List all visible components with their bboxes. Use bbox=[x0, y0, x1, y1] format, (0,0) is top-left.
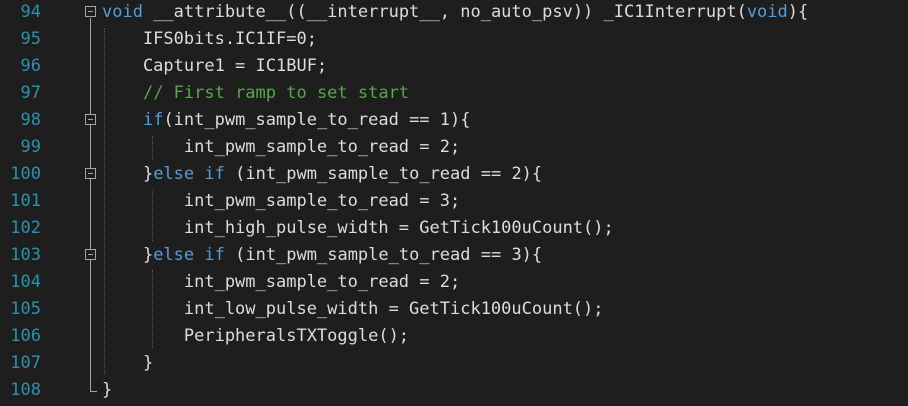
code-token: } bbox=[102, 353, 154, 373]
line-number: 106 bbox=[10, 326, 41, 346]
keyword-token: if bbox=[204, 245, 225, 265]
line-number: 103 bbox=[10, 245, 41, 265]
code-text[interactable]: int_low_pulse_width = GetTick100uCount()… bbox=[102, 296, 604, 323]
keyword-token: void bbox=[746, 2, 788, 22]
code-token: (int_pwm_sample_to_read == 1){ bbox=[163, 110, 471, 130]
indent-guide bbox=[152, 136, 153, 160]
code-token: (int_pwm_sample_to_read == 2){ bbox=[224, 164, 543, 184]
line-number: 108 bbox=[10, 380, 41, 400]
fold-region-line bbox=[90, 18, 91, 391]
code-text[interactable]: void __attribute__((__interrupt__, no_au… bbox=[102, 0, 808, 26]
code-line[interactable]: 104 int_pwm_sample_to_read = 2; bbox=[0, 269, 908, 296]
code-editor[interactable]: 94 void __attribute__((__interrupt__, no_… bbox=[0, 0, 908, 406]
code-line[interactable]: 107 } bbox=[0, 350, 908, 377]
keyword-token: else bbox=[153, 245, 195, 265]
code-line[interactable]: 96 Capture1 = IC1BUF; bbox=[0, 53, 908, 80]
keyword-token: else bbox=[153, 164, 195, 184]
line-number: 94 bbox=[20, 2, 41, 22]
comment-token: // First ramp to set start bbox=[142, 83, 410, 103]
keyword-token: if bbox=[142, 110, 164, 130]
keyword-token: if bbox=[204, 164, 225, 184]
code-token: int_pwm_sample_to_read = 2; bbox=[102, 272, 461, 292]
code-line[interactable]: 105 int_low_pulse_width = GetTick100uCou… bbox=[0, 296, 908, 323]
code-text[interactable]: } bbox=[102, 377, 112, 404]
code-line[interactable]: 108} bbox=[0, 377, 908, 404]
code-token: int_pwm_sample_to_read = 2; bbox=[102, 137, 461, 157]
collapse-icon[interactable] bbox=[85, 6, 96, 17]
line-number: 99 bbox=[20, 137, 41, 157]
code-text[interactable]: } bbox=[102, 350, 153, 377]
line-number: 104 bbox=[10, 272, 41, 292]
line-number: 96 bbox=[20, 56, 41, 76]
fold-region-end bbox=[90, 391, 97, 392]
code-token: int_high_pulse_width = GetTick100uCount(… bbox=[102, 218, 614, 238]
code-token: } bbox=[102, 245, 154, 265]
code-line[interactable]: 103 }else if (int_pwm_sample_to_read == … bbox=[0, 242, 908, 269]
line-number: 105 bbox=[10, 299, 41, 319]
code-line[interactable]: 99 int_pwm_sample_to_read = 2; bbox=[0, 134, 908, 161]
code-token: IFS0bits.IC1IF=0; bbox=[102, 29, 317, 49]
collapse-icon[interactable] bbox=[85, 168, 96, 179]
code-text[interactable]: int_pwm_sample_to_read = 2; bbox=[102, 134, 460, 161]
code-text[interactable]: // First ramp to set start bbox=[102, 80, 409, 107]
indent-guide bbox=[152, 190, 153, 241]
code-token: Capture1 = IC1BUF; bbox=[102, 56, 328, 76]
line-number: 102 bbox=[10, 218, 41, 238]
code-text[interactable]: Capture1 = IC1BUF; bbox=[102, 53, 327, 80]
line-number: 100 bbox=[10, 164, 41, 184]
line-number: 97 bbox=[20, 83, 41, 103]
code-token: (int_pwm_sample_to_read == 3){ bbox=[224, 245, 543, 265]
code-text[interactable]: if(int_pwm_sample_to_read == 1){ bbox=[102, 107, 471, 134]
indent-guide bbox=[104, 28, 105, 374]
code-line[interactable]: 97 // First ramp to set start bbox=[0, 80, 908, 107]
code-token: PeripheralsTXToggle(); bbox=[102, 326, 410, 346]
code-token: } bbox=[102, 164, 154, 184]
code-token: } bbox=[102, 380, 113, 400]
code-line[interactable]: 102 int_high_pulse_width = GetTick100uCo… bbox=[0, 215, 908, 242]
code-text[interactable]: }else if (int_pwm_sample_to_read == 3){ bbox=[102, 242, 542, 269]
collapse-icon[interactable] bbox=[85, 249, 96, 260]
code-line[interactable]: 94 void __attribute__((__interrupt__, no_… bbox=[0, 0, 908, 26]
code-text[interactable]: int_pwm_sample_to_read = 2; bbox=[102, 269, 460, 296]
line-number: 101 bbox=[10, 191, 41, 211]
indent-guide bbox=[152, 270, 153, 348]
keyword-token: void bbox=[102, 2, 143, 22]
code-text[interactable]: }else if (int_pwm_sample_to_read == 2){ bbox=[102, 161, 542, 188]
code-token: int_pwm_sample_to_read = 3; bbox=[102, 191, 461, 211]
code-line[interactable]: 101 int_pwm_sample_to_read = 3; bbox=[0, 188, 908, 215]
code-text[interactable]: IFS0bits.IC1IF=0; bbox=[102, 26, 317, 53]
code-line[interactable]: 95 IFS0bits.IC1IF=0; bbox=[0, 26, 908, 53]
code-text[interactable]: int_pwm_sample_to_read = 3; bbox=[102, 188, 460, 215]
code-token: ){ bbox=[787, 2, 809, 22]
code-line[interactable]: 100 }else if (int_pwm_sample_to_read == … bbox=[0, 161, 908, 188]
line-number: 95 bbox=[20, 29, 41, 49]
code-line[interactable]: 98 if(int_pwm_sample_to_read == 1){ bbox=[0, 107, 908, 134]
code-token: int_low_pulse_width = GetTick100uCount()… bbox=[102, 299, 604, 319]
line-number: 98 bbox=[20, 110, 41, 130]
code-token: __attribute__((__interrupt__, no_auto_ps… bbox=[142, 2, 747, 22]
code-text[interactable]: int_high_pulse_width = GetTick100uCount(… bbox=[102, 215, 614, 242]
line-number: 107 bbox=[10, 353, 41, 373]
code-text[interactable]: PeripheralsTXToggle(); bbox=[102, 323, 409, 350]
code-line[interactable]: 106 PeripheralsTXToggle(); bbox=[0, 323, 908, 350]
collapse-icon[interactable] bbox=[85, 114, 96, 125]
